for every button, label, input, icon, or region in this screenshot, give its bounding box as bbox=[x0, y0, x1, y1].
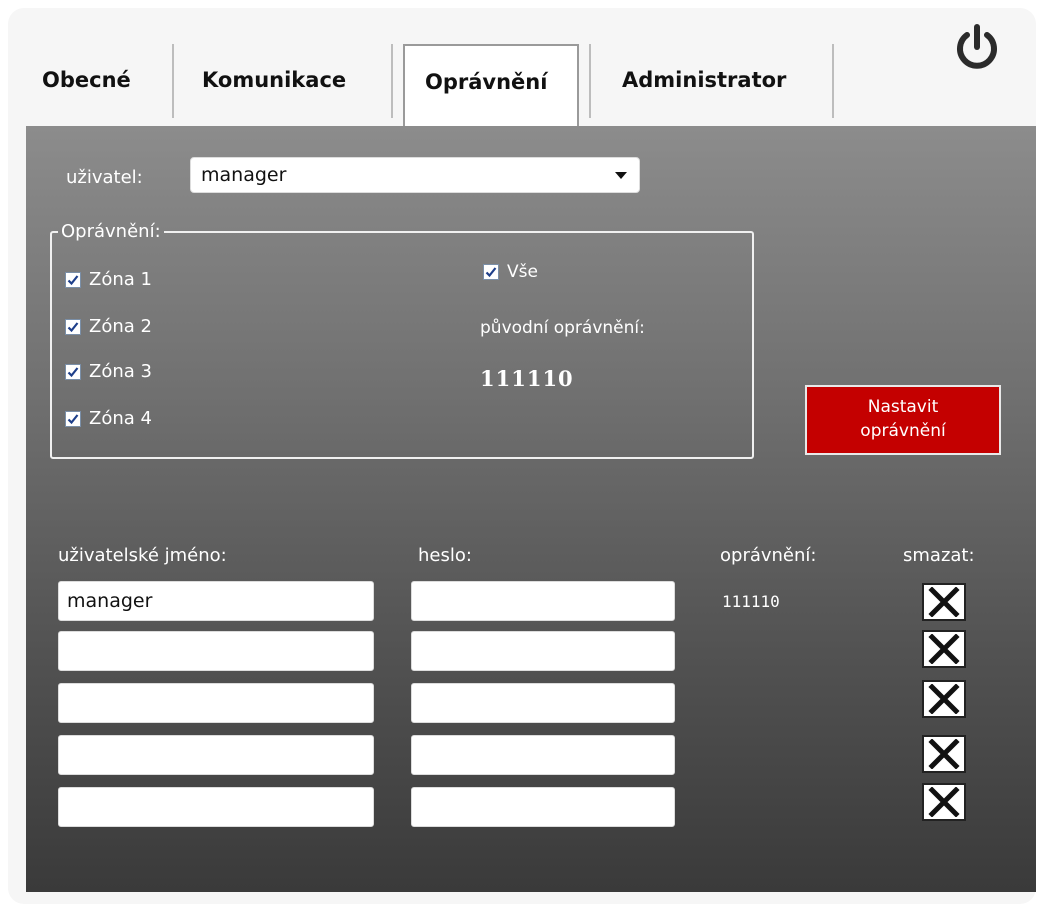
user-select-value: manager bbox=[201, 164, 287, 186]
set-permissions-line2: oprávnění bbox=[860, 421, 946, 441]
password-input[interactable] bbox=[411, 631, 675, 671]
username-input[interactable] bbox=[58, 787, 374, 827]
tab-opravneni[interactable]: Oprávnění bbox=[403, 44, 579, 126]
tab-separator bbox=[589, 44, 591, 118]
zone-3-label: Zóna 3 bbox=[89, 361, 152, 382]
checkbox-checked-icon bbox=[65, 271, 81, 288]
original-permissions-label: původní oprávnění: bbox=[480, 318, 645, 338]
tab-separator bbox=[391, 44, 393, 118]
header-permissions: oprávnění: bbox=[720, 545, 817, 566]
permissions-group: Oprávnění: bbox=[50, 221, 754, 459]
set-permissions-line1: Nastavit bbox=[867, 397, 939, 417]
password-input[interactable] bbox=[411, 735, 675, 775]
close-icon bbox=[928, 787, 960, 817]
password-input[interactable] bbox=[411, 683, 675, 723]
checkbox-checked-icon bbox=[65, 410, 81, 427]
zone-3-checkbox[interactable]: Zóna 3 bbox=[65, 361, 152, 382]
permissions-legend: Oprávnění: bbox=[61, 221, 161, 242]
row-permissions-value: 111110 bbox=[722, 592, 780, 611]
zone-2-label: Zóna 2 bbox=[89, 316, 152, 337]
checkbox-checked-icon bbox=[65, 363, 81, 380]
tab-opravneni-label: Oprávnění bbox=[425, 70, 548, 94]
header-username: uživatelské jméno: bbox=[58, 545, 227, 566]
tab-obecne[interactable]: Obecné bbox=[42, 68, 131, 92]
zone-4-checkbox[interactable]: Zóna 4 bbox=[65, 408, 152, 429]
header-password: heslo: bbox=[418, 545, 472, 566]
delete-row-button[interactable] bbox=[922, 783, 966, 821]
user-select-label: uživatel: bbox=[66, 167, 143, 188]
tab-administrator[interactable]: Administrator bbox=[622, 68, 786, 92]
delete-row-button[interactable] bbox=[922, 630, 966, 668]
user-select[interactable]: manager bbox=[190, 157, 640, 193]
delete-row-button[interactable] bbox=[922, 583, 966, 621]
original-permissions-value: 111110 bbox=[480, 366, 574, 391]
zone-1-checkbox[interactable]: Zóna 1 bbox=[65, 269, 152, 290]
all-label: Vše bbox=[507, 262, 538, 282]
username-input[interactable] bbox=[58, 683, 374, 723]
username-input[interactable]: manager bbox=[58, 581, 374, 621]
power-icon[interactable] bbox=[950, 20, 1004, 74]
tab-separator bbox=[832, 44, 834, 118]
close-icon bbox=[928, 684, 960, 714]
zone-1-label: Zóna 1 bbox=[89, 269, 152, 290]
zone-4-label: Zóna 4 bbox=[89, 408, 152, 429]
password-input[interactable] bbox=[411, 787, 675, 827]
close-icon bbox=[928, 587, 960, 617]
header-delete: smazat: bbox=[903, 545, 975, 566]
checkbox-checked-icon bbox=[483, 264, 499, 280]
all-checkbox[interactable]: Vše bbox=[483, 262, 538, 282]
delete-row-button[interactable] bbox=[922, 680, 966, 718]
delete-row-button[interactable] bbox=[922, 735, 966, 773]
close-icon bbox=[928, 634, 960, 664]
username-input[interactable] bbox=[58, 631, 374, 671]
zone-2-checkbox[interactable]: Zóna 2 bbox=[65, 316, 152, 337]
set-permissions-button[interactable]: Nastavit oprávnění bbox=[805, 385, 1001, 455]
checkbox-checked-icon bbox=[65, 318, 81, 335]
close-icon bbox=[928, 739, 960, 769]
tab-komunikace[interactable]: Komunikace bbox=[202, 68, 346, 92]
username-input[interactable] bbox=[58, 735, 374, 775]
chevron-down-icon bbox=[615, 172, 627, 179]
password-input[interactable] bbox=[411, 581, 675, 621]
tab-bar: Obecné Komunikace Oprávnění Administrato… bbox=[0, 0, 1040, 126]
tab-separator bbox=[172, 44, 174, 118]
